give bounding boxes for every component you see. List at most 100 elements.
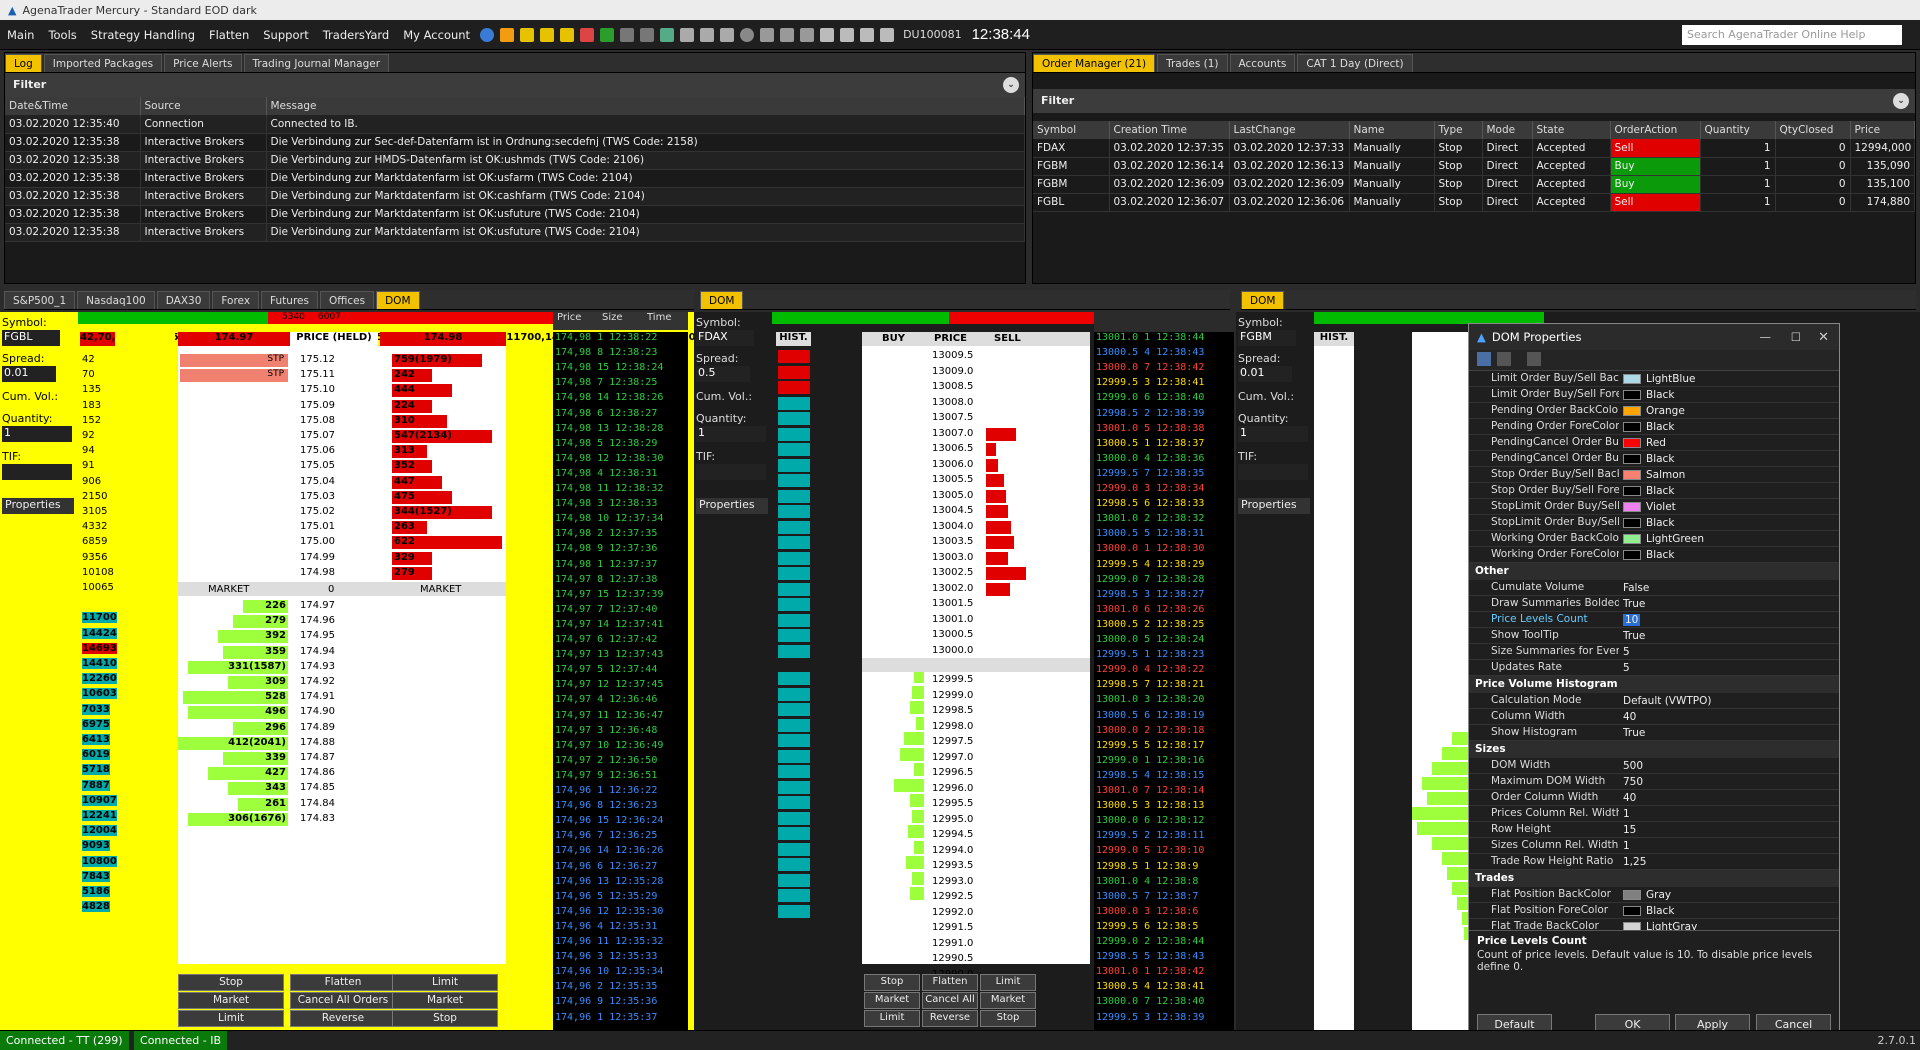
order-col[interactable]: Quantity (1700, 121, 1776, 139)
property-category[interactable]: Other (1469, 563, 1839, 580)
tab-imported-packages[interactable]: Imported Packages (43, 54, 163, 72)
property-value[interactable]: False (1619, 580, 1839, 595)
price-level[interactable]: 13009.5 (932, 350, 973, 361)
price-level[interactable]: 12993.5 (932, 860, 973, 871)
order-row[interactable]: FDAX 03.02.2020 12:37:35 03.02.2020 12:37:… (1033, 139, 1915, 158)
toolbar-table-icon[interactable] (640, 27, 655, 42)
ask-size[interactable]: 263 (392, 521, 427, 535)
tab-dom3[interactable]: DOM (1241, 291, 1285, 309)
price-level[interactable]: 174.92 (300, 676, 335, 687)
property-row[interactable]: Row Height 15 (1469, 822, 1839, 838)
price-level[interactable]: 174.84 (300, 798, 335, 809)
property-category[interactable]: Trades (1469, 870, 1839, 887)
maximize-icon[interactable]: ☐ (1791, 330, 1801, 344)
dom2-action-button[interactable]: Market (864, 992, 920, 1009)
bid-size[interactable]: 306(1676) (188, 812, 288, 826)
bid-size[interactable]: 496 (188, 706, 288, 720)
ask-size[interactable]: 622 (392, 536, 502, 550)
toolbar-doc2-icon[interactable] (700, 27, 715, 42)
price-level[interactable]: 175.02 (300, 506, 335, 517)
tab-dom2[interactable]: DOM (700, 291, 744, 309)
order-col[interactable]: Type (1434, 121, 1483, 139)
ask-size[interactable]: 329 (392, 551, 432, 565)
market-buy[interactable]: MARKET (208, 584, 249, 595)
ask-size[interactable]: 224 (392, 399, 432, 413)
price-level[interactable]: 13008.0 (932, 397, 973, 408)
price-level[interactable]: 175.07 (300, 430, 335, 441)
toolbar-chart-icon[interactable] (520, 27, 535, 42)
price-level[interactable]: 175.03 (300, 491, 335, 502)
price-level[interactable]: 174.91 (300, 691, 335, 702)
property-row[interactable]: Pending Order BackColor Orange (1469, 403, 1839, 419)
bid-size[interactable]: 279 (233, 615, 288, 629)
property-value[interactable]: Salmon (1619, 467, 1839, 482)
property-row[interactable]: Price Levels Count 10 (1469, 612, 1839, 628)
tab-6[interactable]: DOM (376, 291, 420, 309)
ask-size[interactable]: 242 (392, 369, 432, 383)
bid-size[interactable]: 309 (228, 676, 288, 689)
price-level[interactable]: 13006.0 (932, 459, 973, 470)
property-value[interactable]: 5 (1619, 644, 1839, 659)
stop-order-2[interactable]: STP (180, 369, 288, 382)
toolbar-tool-icon[interactable] (760, 27, 775, 42)
price-level[interactable]: 12994.0 (932, 845, 973, 856)
price-level[interactable]: 12995.0 (932, 814, 973, 825)
property-row[interactable]: Prices Column Rel. Width 1 (1469, 806, 1839, 822)
price-level[interactable]: 12991.5 (932, 922, 973, 933)
price-level[interactable]: 175.11 (300, 369, 335, 380)
price-level[interactable]: 174.97 (300, 600, 335, 611)
stop-order-1[interactable]: STP (180, 354, 288, 367)
price-level[interactable]: 175.08 (300, 415, 335, 426)
property-row[interactable]: Working Order ForeColor Black (1469, 547, 1839, 563)
properties-button[interactable]: Properties (696, 498, 768, 514)
price-level[interactable]: 13001.0 (932, 614, 973, 625)
property-row[interactable]: Flat Trade BackColor LightGray (1469, 919, 1839, 930)
property-value[interactable]: 500 (1619, 758, 1839, 773)
bid-size[interactable]: 343 (228, 782, 288, 796)
property-row[interactable]: Size Summaries for Every <n 5 (1469, 644, 1839, 660)
bid-size[interactable]: 412(2041) (178, 736, 288, 750)
order-filter[interactable]: Filter ⌄ (1033, 89, 1915, 113)
price-level[interactable]: 174.99 (300, 552, 335, 563)
property-row[interactable]: Updates Rate 5 (1469, 660, 1839, 676)
property-value[interactable]: Violet (1619, 499, 1839, 514)
price-level[interactable]: 12997.0 (932, 752, 973, 763)
tab-price-alerts[interactable]: Price Alerts (164, 54, 242, 72)
price-level[interactable]: 13000.5 (932, 629, 973, 640)
price-level[interactable]: 175.10 (300, 384, 335, 395)
price-level[interactable]: 175.01 (300, 521, 335, 532)
property-value[interactable]: 10 (1619, 612, 1839, 627)
ask-size[interactable]: 279 (392, 566, 432, 580)
gear-icon[interactable] (740, 27, 755, 42)
property-value[interactable]: 1,25 (1619, 854, 1839, 869)
price-level[interactable]: 12996.5 (932, 767, 973, 778)
property-row[interactable]: Maximum DOM Width 750 (1469, 774, 1839, 790)
toolbar-chart3-icon[interactable] (560, 27, 575, 42)
price-level[interactable]: 12998.0 (932, 721, 973, 732)
toolbar-chart2-icon[interactable] (540, 27, 555, 42)
order-col[interactable]: Name (1349, 121, 1435, 139)
property-value[interactable]: 5 (1619, 660, 1839, 675)
order-col[interactable]: Symbol (1033, 121, 1110, 139)
dom1-action-button[interactable]: Stop (392, 1010, 498, 1027)
property-value[interactable]: 40 (1619, 709, 1839, 724)
property-value[interactable]: Black (1619, 903, 1839, 918)
property-row[interactable]: Cumulate Volume False (1469, 580, 1839, 596)
bid-size[interactable]: 296 (233, 721, 288, 735)
price-level[interactable]: 12991.0 (932, 938, 973, 949)
spread-input[interactable]: 0.01 (1238, 366, 1292, 382)
toolbar-window3-icon[interactable] (860, 27, 875, 42)
tif-select[interactable] (1238, 464, 1308, 480)
order-row[interactable]: FGBL 03.02.2020 12:36:07 03.02.2020 12:36:… (1033, 193, 1915, 212)
property-value[interactable]: Orange (1619, 403, 1839, 418)
price-level[interactable]: 13005.5 (932, 474, 973, 485)
dom2-action-button[interactable]: Stop (980, 1010, 1036, 1027)
dom2-action-button[interactable]: Flatten (922, 974, 978, 991)
price-level[interactable]: 13007.0 (932, 428, 973, 439)
order-col[interactable]: State (1532, 121, 1611, 139)
property-row[interactable]: PendingCancel Order Buy/Se Black (1469, 451, 1839, 467)
property-row[interactable]: Column Width 40 (1469, 709, 1839, 725)
tab-log[interactable]: Log (5, 54, 42, 72)
tab-accounts[interactable]: Accounts (1229, 54, 1296, 72)
price-level[interactable]: 12992.0 (932, 907, 973, 918)
